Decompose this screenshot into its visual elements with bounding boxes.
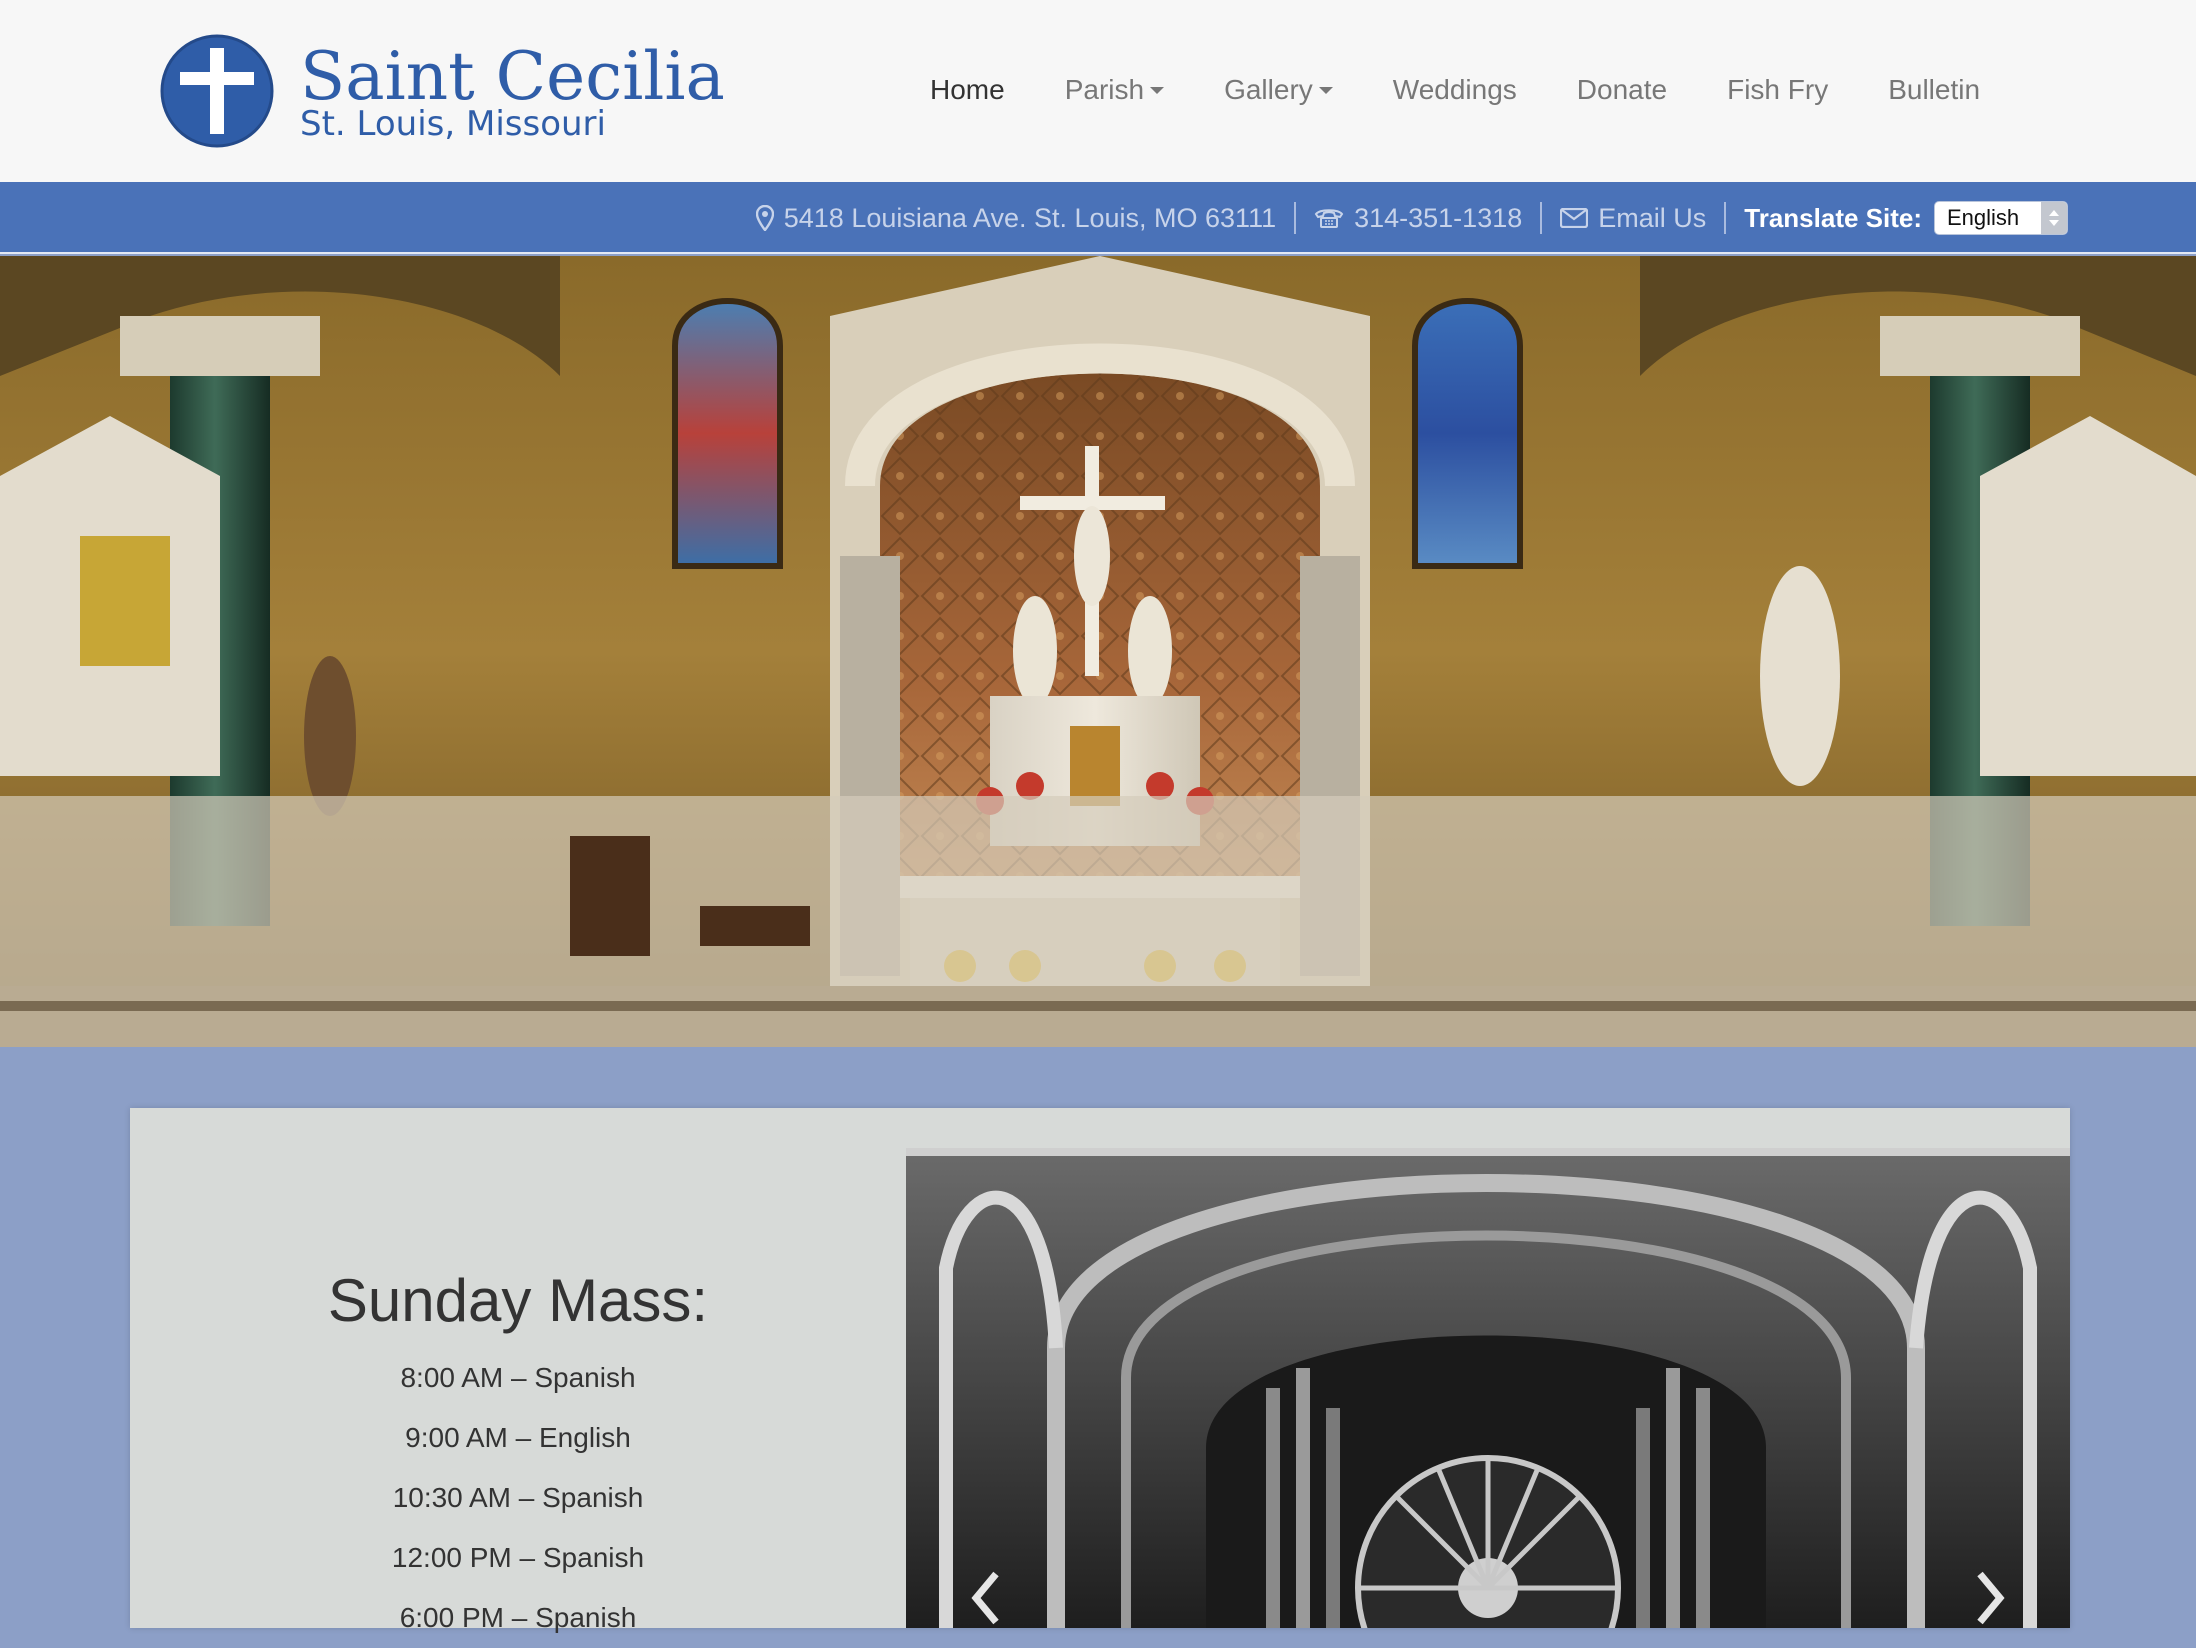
contact-bar: 5418 Louisiana Ave. St. Louis, MO 63111 … [0, 182, 2196, 254]
nav-weddings[interactable]: Weddings [1393, 74, 1517, 106]
mass-time-item: 8:00 AM – Spanish [400, 1362, 636, 1393]
address-link[interactable]: 5418 Louisiana Ave. St. Louis, MO 63111 [755, 202, 1277, 234]
nav-home[interactable]: Home [930, 74, 1005, 106]
main-nav: Home Parish Gallery Weddings Donate Fish… [930, 66, 1980, 114]
mass-time-item: 10:30 AM – Spanish [392, 1482, 644, 1513]
nav-weddings-label: Weddings [1392, 74, 1517, 105]
chevron-right-icon[interactable] [1970, 1568, 2010, 1628]
mass-schedule-list: 8:00 AM – Spanish 9:00 AM – English 10:3… [130, 1348, 906, 1648]
email-link[interactable]: Email Us [1560, 203, 1706, 234]
caret-down-icon [1318, 86, 1333, 94]
nav-gallery[interactable]: Gallery [1224, 74, 1333, 106]
mass-time-item: 6:00 PM – Spanish [399, 1602, 637, 1633]
mass-time-item: 12:00 PM – Spanish [391, 1542, 645, 1573]
nav-donate-label: Donate [1576, 74, 1668, 105]
site-header: Saint Cecilia St. Louis, Missouri Home P… [0, 0, 2196, 182]
nav-donate[interactable]: Donate [1577, 74, 1667, 106]
historic-organ-photo [906, 1148, 2070, 1628]
nav-parish-label: Parish [1064, 74, 1145, 105]
language-selected: English [1947, 205, 2020, 230]
divider [1294, 202, 1297, 234]
nav-gallery-label: Gallery [1224, 74, 1313, 105]
phone-text: 314-351-1318 [1354, 202, 1523, 233]
mass-schedule-title: Sunday Mass: [327, 1267, 709, 1334]
divider [1724, 202, 1727, 234]
site-logo[interactable]: Saint Cecilia St. Louis, Missouri [160, 34, 725, 150]
church-interior-illustration [0, 256, 2196, 1047]
select-arrows-icon [2041, 202, 2067, 234]
mass-time-item: 9:00 AM – English [405, 1422, 631, 1453]
nav-bulletin[interactable]: Bulletin [1888, 74, 1980, 106]
nav-parish[interactable]: Parish [1064, 74, 1165, 106]
nav-bulletin-label: Bulletin [1888, 74, 1981, 105]
hero-image [0, 256, 2196, 1047]
phone-link[interactable]: 314-351-1318 [1314, 203, 1522, 234]
caret-down-icon [1150, 86, 1165, 94]
photo-carousel[interactable] [906, 1148, 2070, 1628]
nav-fish-fry-label: Fish Fry [1727, 74, 1829, 105]
nav-fish-fry[interactable]: Fish Fry [1727, 74, 1828, 106]
phone-icon [1314, 209, 1344, 228]
cross-logo-icon [160, 34, 274, 148]
map-marker-icon [755, 205, 774, 231]
nav-home-label: Home [930, 74, 1005, 105]
divider [1540, 202, 1543, 234]
envelope-icon [1560, 208, 1589, 228]
chevron-left-icon[interactable] [966, 1568, 1006, 1628]
address-text: 5418 Louisiana Ave. St. Louis, MO 63111 [783, 202, 1277, 233]
email-text: Email Us [1598, 202, 1707, 233]
mass-schedule-card: Sunday Mass: 8:00 AM – Spanish 9:00 AM –… [130, 1108, 2070, 1633]
site-subtitle: St. Louis, Missouri [300, 104, 606, 144]
language-select[interactable]: English [1934, 201, 2068, 235]
translate-label: Translate Site: [1744, 202, 1922, 233]
